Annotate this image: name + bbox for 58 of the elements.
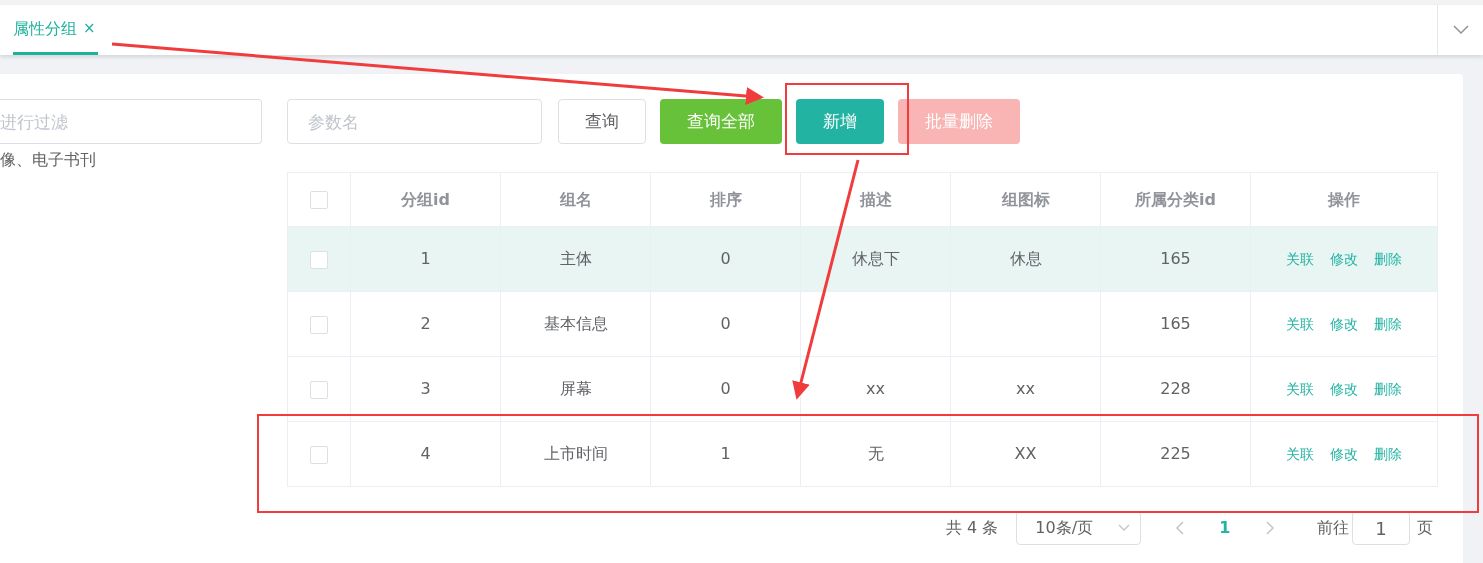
button[interactable]: 新增 [796, 99, 884, 144]
table-cell: 无 [867, 444, 884, 463]
table-cell: 228 [1160, 379, 1191, 398]
action-link[interactable]: 修改 [1330, 251, 1358, 267]
table-cell: 2 [420, 314, 431, 333]
table-row[interactable]: 3 屏幕 0 xx xx 228 关联 修改 删除 [287, 356, 1438, 422]
column-header: 操作 [1328, 189, 1360, 209]
search-field[interactable]: 参数名 [287, 99, 542, 144]
table-cell: 上市时间 [543, 444, 608, 463]
table-cell: 4 [420, 444, 431, 463]
table-cell: XX [1014, 444, 1037, 463]
table-cell: 休息下 [851, 249, 900, 268]
action-link[interactable]: 关联 [1286, 446, 1314, 462]
action-link[interactable]: 关联 [1286, 251, 1314, 267]
table-cell: 主体 [559, 249, 592, 268]
table-cell: 0 [720, 249, 731, 268]
button[interactable]: 查询全部 [660, 99, 782, 144]
table-cell: 0 [720, 379, 731, 398]
action-link[interactable]: 修改 [1330, 446, 1358, 462]
column-header: 组名 [559, 189, 592, 209]
table-cell: 0 [720, 314, 731, 333]
table-cell: 3 [420, 379, 431, 398]
column-header: 排序 [709, 189, 742, 209]
table-cell: 225 [1160, 444, 1191, 463]
table-cell: 1 [420, 249, 431, 268]
page-input[interactable]: 1 [1352, 511, 1410, 545]
column-header: 所属分类id [1135, 189, 1216, 209]
tab[interactable]: 属性分组 × [13, 5, 98, 55]
table-cell: xx [866, 379, 885, 398]
table-cell: 1 [720, 444, 731, 463]
table-row[interactable]: 1 主体 0 休息下 休息 165 关联 修改 删除 [287, 226, 1438, 292]
table-row[interactable]: 4 上市时间 1 无 XX 225 关联 修改 删除 [287, 421, 1438, 487]
table-cell: 屏幕 [559, 379, 592, 398]
action-link[interactable]: 关联 [1286, 316, 1314, 332]
action-link[interactable]: 修改 [1330, 381, 1358, 397]
button[interactable]: 查询 [558, 99, 646, 144]
action-link[interactable]: 删除 [1374, 381, 1402, 397]
page-suffix: 页 [1417, 517, 1433, 539]
action-link[interactable]: 修改 [1330, 316, 1358, 332]
table-cell: xx [1016, 379, 1035, 398]
action-link[interactable]: 删除 [1374, 251, 1402, 267]
action-link[interactable]: 关联 [1286, 381, 1314, 397]
action-link[interactable]: 删除 [1374, 316, 1402, 332]
action-link[interactable]: 删除 [1374, 446, 1402, 462]
table-cell: 165 [1160, 249, 1191, 268]
filter-field[interactable]: 进行过滤 [0, 99, 262, 144]
total-count: 共 4 条 [946, 517, 999, 539]
tree-item[interactable]: 像、电子书刊 [0, 148, 96, 172]
goto-label: 前往 [1316, 517, 1349, 539]
close-icon[interactable]: × [83, 17, 96, 40]
table-cell: 165 [1160, 314, 1191, 333]
table-row[interactable]: 2 基本信息 0 165 关联 修改 删除 [287, 291, 1438, 357]
table-cell: 休息 [1009, 249, 1042, 268]
table-cell: 基本信息 [543, 314, 608, 333]
column-header: 描述 [859, 189, 892, 209]
page-number[interactable]: 1 [1219, 516, 1231, 540]
column-header: 分组id [401, 189, 450, 209]
column-header: 组图标 [1001, 189, 1050, 209]
